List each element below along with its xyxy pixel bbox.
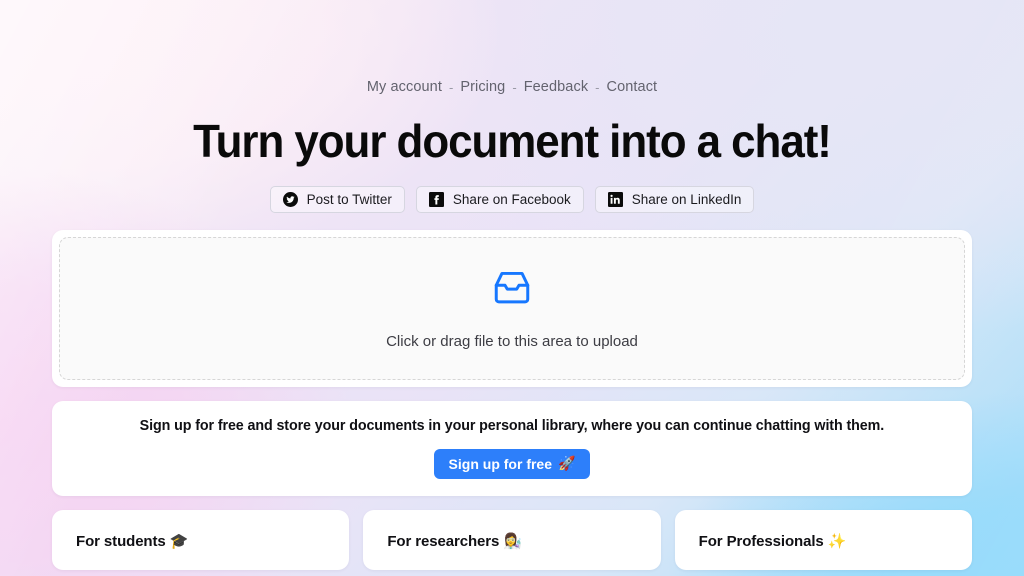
signup-card: Sign up for free and store your document… bbox=[52, 400, 972, 496]
nav-my-account[interactable]: My account bbox=[367, 79, 442, 95]
audience-card-researchers[interactable]: For researchers 👩‍🔬 bbox=[363, 509, 661, 570]
audience-card-label: For students bbox=[76, 532, 166, 550]
sign-up-button-label: Sign up for free bbox=[448, 455, 552, 472]
share-on-linkedin-button[interactable]: Share on LinkedIn bbox=[594, 185, 755, 213]
nav-separator: - bbox=[448, 79, 454, 95]
share-on-facebook-label: Share on Facebook bbox=[452, 191, 571, 207]
page-root: My account - Pricing - Feedback - Contac… bbox=[0, 0, 1024, 576]
audience-card-title: For students 🎓 bbox=[76, 532, 325, 550]
twitter-icon bbox=[282, 191, 298, 207]
file-dropzone[interactable]: Click or drag file to this area to uploa… bbox=[59, 236, 965, 380]
audience-card-students[interactable]: For students 🎓 bbox=[52, 509, 350, 570]
post-to-twitter-label: Post to Twitter bbox=[306, 191, 392, 207]
audience-card-row: For students 🎓 For researchers 👩‍🔬 For P… bbox=[52, 509, 972, 570]
nav-contact[interactable]: Contact bbox=[607, 79, 658, 95]
audience-card-label: For Professionals bbox=[698, 532, 824, 550]
rocket-icon: 🚀 bbox=[558, 455, 576, 472]
sparkles-icon: ✨ bbox=[827, 531, 847, 550]
audience-card-label: For researchers bbox=[387, 532, 500, 550]
post-to-twitter-button[interactable]: Post to Twitter bbox=[269, 185, 405, 213]
linkedin-icon bbox=[607, 191, 623, 207]
audience-card-title: For Professionals ✨ bbox=[699, 532, 948, 550]
sign-up-for-free-button[interactable]: Sign up for free 🚀 bbox=[433, 448, 591, 479]
share-on-facebook-button[interactable]: Share on Facebook bbox=[415, 185, 584, 213]
facebook-icon bbox=[428, 191, 444, 207]
top-navigation: My account - Pricing - Feedback - Contac… bbox=[0, 0, 1024, 95]
nav-feedback[interactable]: Feedback bbox=[524, 79, 588, 95]
nav-pricing[interactable]: Pricing bbox=[460, 79, 505, 95]
nav-separator: - bbox=[595, 79, 600, 95]
signup-message: Sign up for free and store your document… bbox=[139, 417, 885, 434]
audience-card-title: For researchers 👩‍🔬 bbox=[387, 532, 636, 550]
upload-card: Click or drag file to this area to uploa… bbox=[52, 229, 972, 387]
audience-card-professionals[interactable]: For Professionals ✨ bbox=[674, 509, 972, 570]
page-title: Turn your document into a chat! bbox=[193, 115, 832, 167]
graduation-cap-icon: 🎓 bbox=[169, 531, 189, 550]
dropzone-label: Click or drag file to this area to uploa… bbox=[386, 333, 638, 351]
scientist-icon: 👩‍🔬 bbox=[503, 531, 522, 550]
inbox-tray-icon bbox=[491, 266, 533, 313]
nav-separator: - bbox=[512, 79, 517, 95]
share-on-linkedin-label: Share on LinkedIn bbox=[631, 191, 742, 207]
share-button-row: Post to Twitter Share on Facebook Share … bbox=[0, 185, 1024, 213]
